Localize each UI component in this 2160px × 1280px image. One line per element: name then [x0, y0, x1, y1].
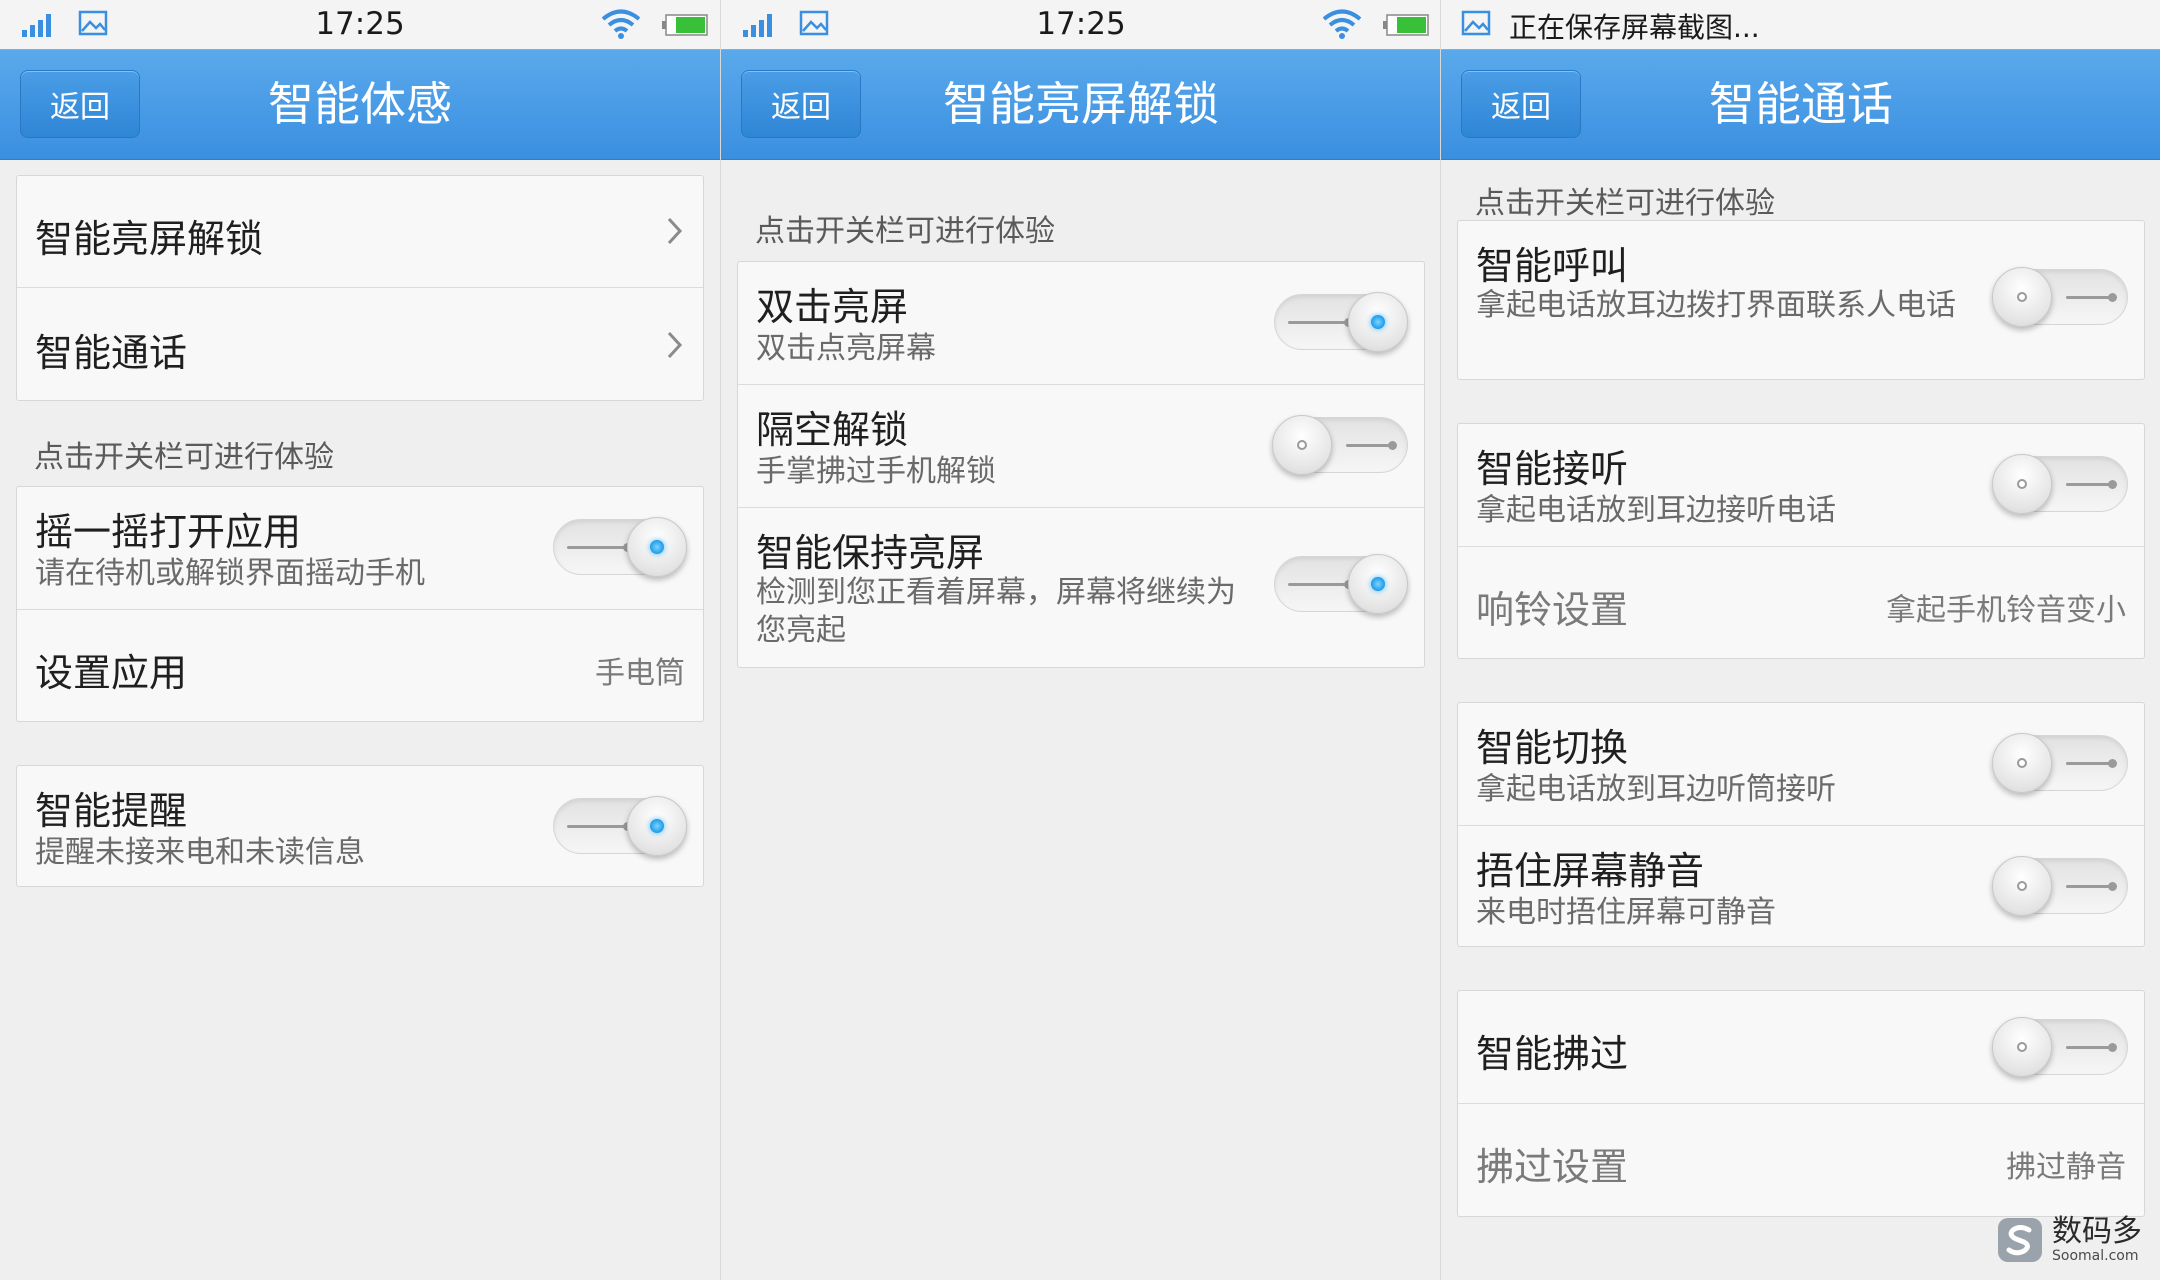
air-unlock-toggle[interactable]: [1264, 409, 1410, 481]
row-title: 摇一摇打开应用: [35, 510, 302, 554]
back-button[interactable]: 返回: [741, 70, 861, 138]
double-tap-row[interactable]: 双击亮屏 双击点亮屏幕: [738, 262, 1424, 384]
row-subtitle: 请在待机或解锁界面摇动手机: [35, 556, 425, 591]
reminder-card: 智能提醒 提醒未接来电和未读信息: [16, 765, 704, 887]
double-tap-toggle[interactable]: [1264, 286, 1410, 358]
nav-card: 智能亮屏解锁 智能通话: [16, 175, 704, 401]
reminder-row[interactable]: 智能提醒 提醒未接来电和未读信息: [17, 766, 703, 886]
screen-smart-unlock: 17:25 智能亮屏解锁 返回 点击开关栏可进行体验 双击亮屏 双击点亮屏幕 隔…: [720, 0, 1440, 1280]
smart-call-toggle[interactable]: [1984, 261, 2130, 333]
title-bar: 智能通话 返回: [1441, 49, 2160, 160]
wifi-icon: [601, 9, 641, 39]
smart-switch-toggle[interactable]: [1984, 727, 2130, 799]
call-card: 智能呼叫 拿起电话放耳边拨打界面联系人电话: [1457, 220, 2145, 380]
screen-smart-call: 正在保存屏幕截图... 智能通话 返回 点击开关栏可进行体验 智能呼叫 拿起电话…: [1440, 0, 2160, 1280]
keep-screen-toggle[interactable]: [1264, 548, 1410, 620]
row-title: 智能提醒: [35, 789, 188, 833]
row-title: 拂过设置: [1476, 1145, 1629, 1189]
row-subtitle: 手掌拂过手机解锁: [756, 454, 996, 489]
row-subtitle: 检测到您正看着屏幕，屏幕将继续为您亮起: [756, 575, 1236, 648]
row-value: 拂过静音: [2006, 1150, 2126, 1185]
row-title: 设置应用: [35, 651, 188, 695]
row-title: 智能拂过: [1476, 1032, 1629, 1076]
row-subtitle: 双击点亮屏幕: [756, 331, 936, 366]
row-title: 智能呼叫: [1476, 244, 1629, 288]
row-subtitle: 来电时捂住屏幕可静音: [1476, 895, 1776, 930]
wifi-icon: [1322, 9, 1362, 39]
gallery-icon: [1461, 10, 1491, 36]
smart-swipe-row[interactable]: 智能拂过: [1458, 991, 2144, 1103]
row-subtitle: 提醒未接来电和未读信息: [35, 835, 365, 870]
smart-call-row[interactable]: 智能呼叫 拿起电话放耳边拨打界面联系人电话: [1458, 221, 2144, 379]
title-bar: 智能体感 返回: [0, 49, 720, 160]
row-value: 手电筒: [595, 656, 685, 691]
back-button[interactable]: 返回: [20, 70, 140, 138]
row-title: 响铃设置: [1476, 588, 1629, 632]
soomal-logo-icon: [1998, 1218, 2042, 1262]
set-app-row[interactable]: 设置应用 手电筒: [17, 609, 703, 721]
swipe-setting-row[interactable]: 拂过设置 拂过静音: [1458, 1103, 2144, 1216]
status-bar: 正在保存屏幕截图...: [1441, 0, 2160, 49]
nav-item-smart-unlock[interactable]: 智能亮屏解锁: [17, 176, 703, 287]
smart-answer-row[interactable]: 智能接听 拿起电话放到耳边接听电话: [1458, 424, 2144, 546]
chevron-right-icon: [667, 217, 683, 245]
watermark-cn: 数码多: [2052, 1214, 2142, 1249]
reminder-toggle[interactable]: [543, 790, 689, 862]
answer-card: 智能接听 拿起电话放到耳边接听电话 响铃设置 拿起手机铃音变小: [1457, 423, 2145, 659]
shake-row[interactable]: 摇一摇打开应用 请在待机或解锁界面摇动手机: [17, 487, 703, 609]
swipe-card: 智能拂过 拂过设置 拂过静音: [1457, 990, 2145, 1217]
cover-mute-row[interactable]: 捂住屏幕静音 来电时捂住屏幕可静音: [1458, 825, 2144, 946]
unlock-card: 双击亮屏 双击点亮屏幕 隔空解锁 手掌拂过手机解锁 智能保持亮屏 检测到您正看着…: [737, 261, 1425, 668]
row-subtitle: 拿起电话放耳边拨打界面联系人电话: [1476, 288, 1956, 323]
row-subtitle: 拿起电话放到耳边听筒接听: [1476, 772, 1836, 807]
section-hint: 点击开关栏可进行体验: [755, 214, 1055, 249]
row-title: 捂住屏幕静音: [1476, 849, 1705, 893]
switch-card: 智能切换 拿起电话放到耳边听筒接听 捂住屏幕静音 来电时捂住屏幕可静音: [1457, 702, 2145, 947]
keep-screen-row[interactable]: 智能保持亮屏 检测到您正看着屏幕，屏幕将继续为您亮起: [738, 507, 1424, 667]
row-value: 拿起手机铃音变小: [1886, 593, 2126, 628]
nav-item-label: 智能通话: [35, 331, 188, 375]
back-button[interactable]: 返回: [1461, 70, 1581, 138]
row-title: 双击亮屏: [756, 285, 909, 329]
watermark: 数码多 Soomal.com: [1996, 1216, 2142, 1264]
cover-mute-toggle[interactable]: [1984, 850, 2130, 922]
saving-screenshot-text: 正在保存屏幕截图...: [1509, 11, 1760, 44]
battery-icon: [662, 14, 708, 36]
row-title: 智能保持亮屏: [756, 531, 985, 575]
smart-switch-row[interactable]: 智能切换 拿起电话放到耳边听筒接听: [1458, 703, 2144, 825]
nav-item-label: 智能亮屏解锁: [35, 217, 264, 261]
nav-item-smart-call[interactable]: 智能通话: [17, 287, 703, 400]
watermark-en: Soomal.com: [2052, 1248, 2139, 1264]
ringtone-setting-row[interactable]: 响铃设置 拿起手机铃音变小: [1458, 546, 2144, 658]
row-title: 智能接听: [1476, 447, 1629, 491]
section-hint: 点击开关栏可进行体验: [1475, 186, 1775, 221]
chevron-right-icon: [667, 331, 683, 359]
title-bar: 智能亮屏解锁 返回: [721, 49, 1440, 160]
smart-answer-toggle[interactable]: [1984, 448, 2130, 520]
shake-toggle[interactable]: [543, 511, 689, 583]
status-bar: 17:25: [0, 0, 720, 49]
row-title: 智能切换: [1476, 726, 1629, 770]
status-bar: 17:25: [721, 0, 1440, 49]
screen-smart-motion: 17:25 智能体感 返回 智能亮屏解锁 智能通话 点击开关栏可进行体验 摇一摇…: [0, 0, 720, 1280]
row-subtitle: 拿起电话放到耳边接听电话: [1476, 493, 1836, 528]
shake-card: 摇一摇打开应用 请在待机或解锁界面摇动手机 设置应用 手电筒: [16, 486, 704, 722]
battery-icon: [1383, 14, 1429, 36]
smart-swipe-toggle[interactable]: [1984, 1011, 2130, 1083]
row-title: 隔空解锁: [756, 408, 909, 452]
section-hint: 点击开关栏可进行体验: [34, 440, 334, 475]
air-unlock-row[interactable]: 隔空解锁 手掌拂过手机解锁: [738, 384, 1424, 507]
